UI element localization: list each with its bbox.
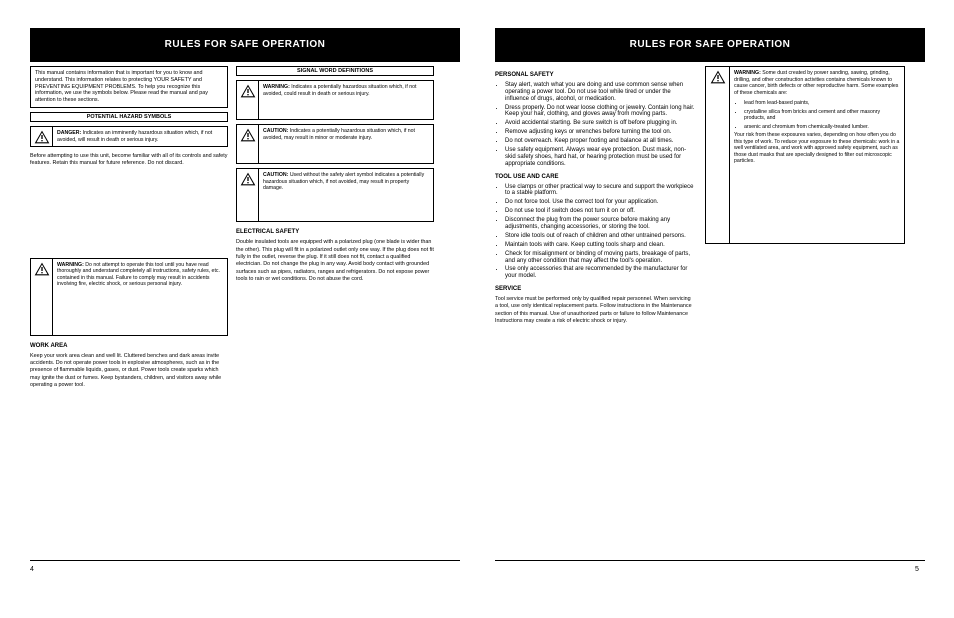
- list-item: Avoid accidental starting. Be sure switc…: [505, 120, 695, 127]
- service-text: Tool service must be performed only by q…: [495, 296, 695, 325]
- alert-icon: [237, 169, 259, 221]
- tool-use-list: Use clamps or other practical way to sec…: [495, 184, 695, 281]
- right-side-panel: WARNING: Some dust created by power sand…: [705, 66, 905, 329]
- list-item: Check for misalignment or binding of mov…: [505, 251, 695, 265]
- intro-paragraph: Before attempting to use this unit, beco…: [30, 153, 228, 168]
- hazard-banner: POTENTIAL HAZARD SYMBOLS: [30, 112, 228, 122]
- danger-text: DANGER: Indicates an imminently hazardou…: [53, 127, 227, 146]
- list-item: Dress properly. Do not wear loose clothi…: [505, 105, 695, 119]
- footer-rule-right: [495, 560, 925, 561]
- big-warning-text: WARNING: Do not attempt to operate this …: [53, 259, 227, 335]
- list-item: Use only accessories that are recommende…: [505, 266, 695, 280]
- warning-box-1: WARNING: Indicates a potentially hazardo…: [236, 80, 434, 120]
- two-column-area: This manual contains information that is…: [30, 66, 460, 393]
- alert-icon: [31, 127, 53, 146]
- left-flow-c: ELECTRICAL SAFETY Double insulated tools…: [236, 228, 434, 283]
- page-number-right: 5: [915, 566, 919, 574]
- alert-icon: [706, 67, 730, 243]
- electrical-text: Double insulated tools are equipped with…: [236, 239, 434, 283]
- list-item: Use safety equipment. Always wear eye pr…: [505, 147, 695, 168]
- left-col-b: SIGNAL WORD DEFINITIONS WARNING: Indicat…: [236, 66, 434, 393]
- heading-electrical: ELECTRICAL SAFETY: [236, 228, 434, 236]
- list-item: Store idle tools out of reach of childre…: [505, 233, 695, 240]
- workarea-text: Keep your work area clean and well lit. …: [30, 353, 228, 389]
- right-col-text: PERSONAL SAFETY Stay alert, watch what y…: [495, 66, 695, 329]
- list-item: crystalline silica from bricks and cemen…: [744, 109, 900, 122]
- caution-box-1: CAUTION: Indicates a potentially hazardo…: [236, 124, 434, 164]
- prop65-warning: WARNING: Some dust created by power sand…: [705, 66, 905, 244]
- heading-workarea: WORK AREA: [30, 342, 228, 350]
- list-item: Disconnect the plug from the power sourc…: [505, 217, 695, 231]
- footer-rule-left: [30, 560, 460, 561]
- list-item: Do not overreach. Keep proper footing an…: [505, 138, 695, 145]
- list-item: Use clamps or other practical way to sec…: [505, 184, 695, 198]
- prop65-text: WARNING: Some dust created by power sand…: [730, 67, 904, 243]
- section-title-left: RULES FOR SAFE OPERATION: [30, 28, 460, 62]
- signal-banner: SIGNAL WORD DEFINITIONS: [236, 66, 434, 76]
- alert-icon: [31, 259, 53, 335]
- caution-box-2: CAUTION: Used without the safety alert s…: [236, 168, 434, 222]
- danger-box: DANGER: Indicates an imminently hazardou…: [30, 126, 228, 147]
- left-flow-b: WORK AREA Keep your work area clean and …: [30, 342, 228, 390]
- heading-service: SERVICE: [495, 286, 695, 293]
- alert-icon: [237, 125, 259, 163]
- list-item: Stay alert, watch what you are doing and…: [505, 82, 695, 103]
- personal-safety-list: Stay alert, watch what you are doing and…: [495, 82, 695, 168]
- list-item: Maintain tools with care. Keep cutting t…: [505, 242, 695, 249]
- left-col-a: This manual contains information that is…: [30, 66, 228, 393]
- intro-box: This manual contains information that is…: [30, 66, 228, 108]
- list-item: lead from lead-based paints,: [744, 100, 900, 107]
- heading-personal: PERSONAL SAFETY: [495, 72, 695, 79]
- heading-tooluse: TOOL USE AND CARE: [495, 174, 695, 181]
- page-number-left: 4: [30, 566, 34, 574]
- alert-icon: [237, 81, 259, 119]
- section-title-right: RULES FOR SAFE OPERATION: [495, 28, 925, 62]
- page-left: RULES FOR SAFE OPERATION This manual con…: [30, 28, 460, 393]
- list-item: Do not force tool. Use the correct tool …: [505, 199, 695, 206]
- list-item: Remove adjusting keys or wrenches before…: [505, 129, 695, 136]
- list-item: Do not use tool if switch does not turn …: [505, 208, 695, 215]
- left-flow-a: Before attempting to use this unit, beco…: [30, 153, 228, 168]
- big-warning-left: WARNING: Do not attempt to operate this …: [30, 258, 228, 336]
- list-item: arsenic and chromium from chemically-tre…: [744, 124, 900, 131]
- page-right: RULES FOR SAFE OPERATION PERSONAL SAFETY…: [495, 28, 925, 329]
